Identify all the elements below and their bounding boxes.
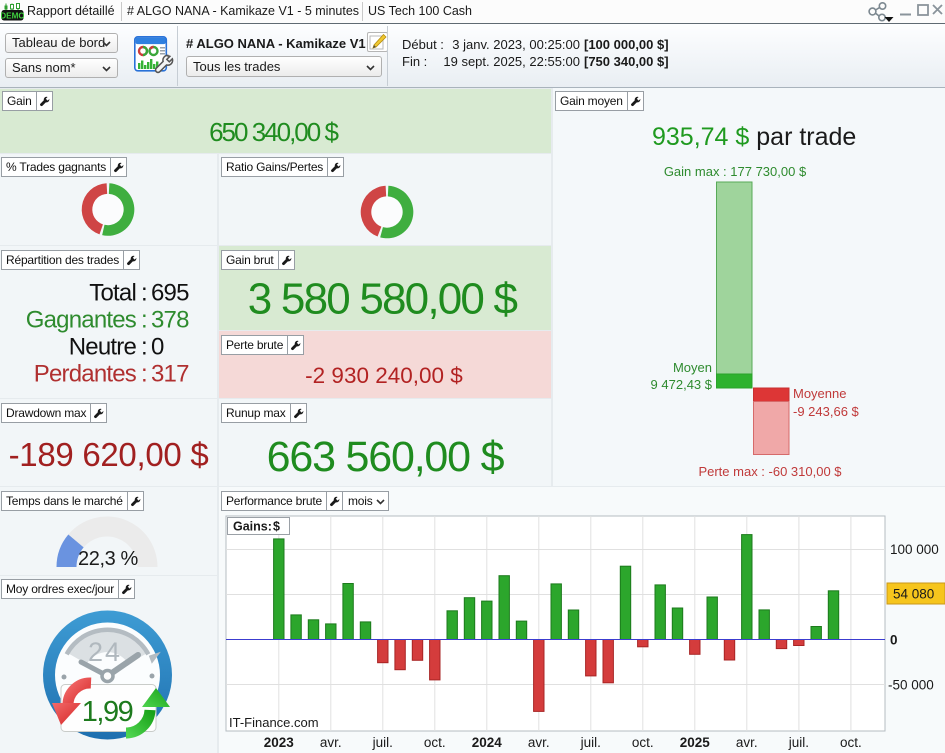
- svg-text:Perdantes: Perdantes: [34, 361, 137, 388]
- svg-text:oct.: oct.: [840, 735, 862, 750]
- svg-text:2024: 2024: [472, 735, 503, 750]
- svg-text:378: 378: [151, 307, 189, 334]
- svg-text::: :: [141, 334, 147, 361]
- svg-text:2025: 2025: [680, 735, 711, 750]
- svg-text:935,74 $ par trade: 935,74 $ par trade: [652, 123, 856, 151]
- svg-text:Gains: $: Gains: $: [233, 520, 280, 534]
- svg-text::: :: [141, 361, 147, 388]
- svg-text:317: 317: [151, 361, 189, 388]
- svg-text:Perte max : -60 310,00 $: Perte max : -60 310,00 $: [698, 464, 842, 479]
- svg-text:juil.: juil.: [580, 735, 601, 750]
- svg-text:Moyenne: Moyenne: [793, 386, 846, 401]
- svg-text:oct.: oct.: [632, 735, 654, 750]
- svg-text:-9 243,66 $: -9 243,66 $: [793, 404, 860, 419]
- svg-text:IT-Finance.com: IT-Finance.com: [229, 715, 319, 730]
- svg-text:-2 930 240,00 $: -2 930 240,00 $: [305, 363, 463, 388]
- svg-text:-189 620,00 $: -189 620,00 $: [9, 436, 209, 473]
- svg-text:Gain max : 177 730,00 $: Gain max : 177 730,00 $: [664, 164, 807, 179]
- svg-text:695: 695: [151, 280, 189, 307]
- svg-text:0: 0: [890, 633, 898, 648]
- svg-text:avr.: avr.: [736, 735, 758, 750]
- svg-text::: :: [141, 307, 147, 334]
- svg-text:663 560,00 $: 663 560,00 $: [267, 433, 505, 481]
- svg-text:avr.: avr.: [320, 735, 342, 750]
- svg-text:54 080: 54 080: [893, 587, 934, 602]
- svg-text:0: 0: [151, 334, 164, 361]
- svg-text:-50 000: -50 000: [888, 678, 934, 693]
- svg-text:2023: 2023: [264, 735, 295, 750]
- svg-text:oct.: oct.: [424, 735, 446, 750]
- svg-text:3 580 580,00 $: 3 580 580,00 $: [248, 275, 518, 324]
- svg-text:juil.: juil.: [788, 735, 809, 750]
- svg-text::: :: [141, 280, 147, 307]
- svg-text:22,3 %: 22,3 %: [78, 548, 138, 570]
- svg-text:24: 24: [88, 637, 122, 667]
- svg-text:9 472,43 $: 9 472,43 $: [651, 377, 713, 392]
- svg-text:650 340,00 $: 650 340,00 $: [209, 117, 339, 147]
- svg-text:juil.: juil.: [372, 735, 393, 750]
- svg-text:Gagnantes: Gagnantes: [26, 307, 137, 334]
- svg-text:avr.: avr.: [528, 735, 550, 750]
- svg-text:Moyen: Moyen: [673, 360, 712, 375]
- svg-text:Neutre: Neutre: [69, 334, 137, 361]
- svg-text:1,99: 1,99: [82, 696, 133, 728]
- svg-text:DEMO: DEMO: [1, 11, 24, 20]
- svg-text:100 000: 100 000: [890, 542, 939, 557]
- svg-text:Total: Total: [89, 280, 136, 307]
